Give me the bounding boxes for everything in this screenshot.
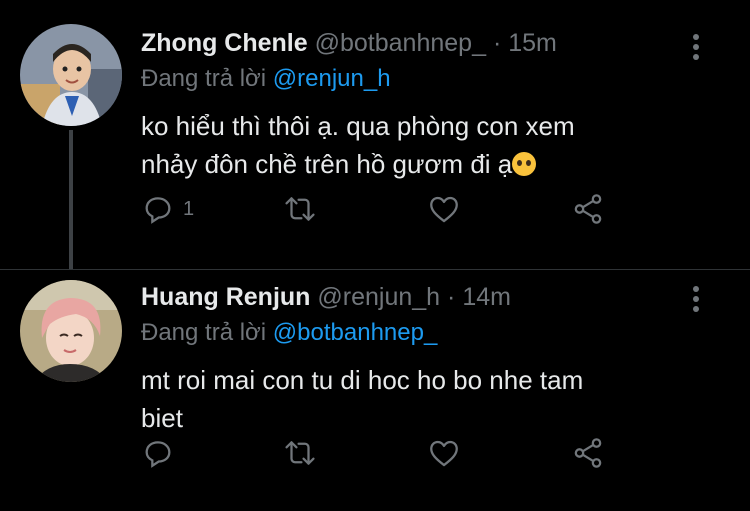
tweet-text: ko hiểu thì thôi ạ. qua phòng con xem nh… [141,107,701,183]
more-options-icon[interactable] [690,286,702,312]
replying-to-label: Đang trả lời [141,319,267,346]
replying-to: Đang trả lời @botbanhnep_ [141,319,437,347]
mention-link[interactable]: @renjun_h [273,65,391,92]
reply-button[interactable] [141,436,183,470]
tweet-text-line: mt roi mai con tu di hoc ho bo nhe tam [141,365,584,395]
tweet-text: mt roi mai con tu di hoc ho bo nhe tam b… [141,361,701,437]
reply-count: 1 [183,197,195,220]
pleading-face-emoji-icon [512,152,537,176]
tweet-2[interactable]: Huang Renjun @renjun_h · 14m Đang trả lờ… [0,270,750,511]
more-options-icon[interactable] [690,34,702,60]
share-button[interactable] [571,436,605,470]
retweet-icon [285,197,315,221]
timestamp[interactable]: 15m [508,29,557,57]
avatar-huang-renjun[interactable] [20,280,122,382]
retweet-button[interactable] [283,192,317,226]
replying-to-label: Đang trả lời [141,65,267,92]
avatar-zhong-chenle[interactable] [20,24,122,126]
separator-dot: · [447,283,456,311]
retweet-button[interactable] [283,436,317,470]
display-name[interactable]: Zhong Chenle [141,29,308,57]
heart-icon [430,196,458,223]
like-button[interactable] [427,436,461,470]
replying-to: Đang trả lời @renjun_h [141,65,391,93]
share-icon [574,194,602,224]
username[interactable]: @botbanhnep_ [315,29,486,57]
heart-icon [430,440,458,467]
reply-button[interactable]: 1 [141,192,194,226]
share-button[interactable] [571,192,605,226]
thread-line [69,130,73,270]
retweet-icon [285,441,315,465]
mention-link[interactable]: @botbanhnep_ [273,319,438,346]
tweet-text-line: nhảy đôn chề trên hồ gươm đi ạ [141,149,513,179]
tweet-text-line: ko hiểu thì thôi ạ. qua phòng con xem [141,111,575,141]
display-name[interactable]: Huang Renjun [141,283,310,311]
like-button[interactable] [427,192,461,226]
tweet-header: Huang Renjun @renjun_h · 14m [141,283,511,312]
tweet-text-line: biet [141,403,183,433]
tweet-1[interactable]: Zhong Chenle @botbanhnep_ · 15m Đang trả… [0,0,750,270]
share-icon [574,438,602,468]
separator-dot: · [492,29,502,57]
reply-icon [145,441,171,468]
reply-icon [145,197,171,224]
tweet-header: Zhong Chenle @botbanhnep_ · 15m [141,29,557,58]
username[interactable]: @renjun_h [317,283,440,311]
timestamp[interactable]: 14m [462,283,511,311]
